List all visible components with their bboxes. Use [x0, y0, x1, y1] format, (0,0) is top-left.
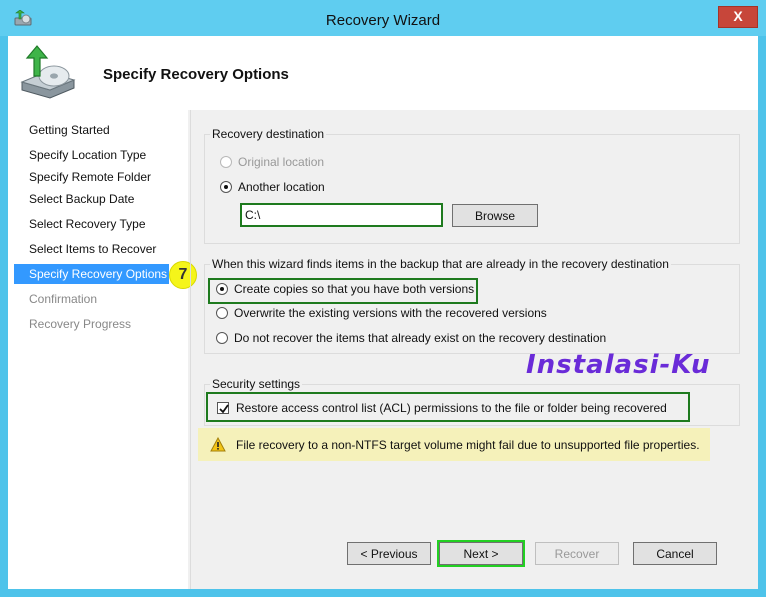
nav-step-specify-location-type[interactable]: Specify Location Type: [14, 145, 186, 165]
cancel-button[interactable]: Cancel: [633, 542, 717, 565]
nav-step-getting-started[interactable]: Getting Started: [14, 120, 186, 140]
backup-drive-icon: [20, 45, 76, 99]
recovery-wizard-window: Recovery Wizard X Specify Recovery Optio…: [0, 0, 766, 597]
restore-acl-checkbox[interactable]: [217, 402, 229, 414]
skip-existing-label[interactable]: Do not recover the items that already ex…: [234, 329, 606, 347]
security-settings-label: Security settings: [210, 377, 303, 391]
next-button[interactable]: Next >: [439, 542, 523, 565]
warning-icon: [210, 437, 226, 452]
create-copies-label[interactable]: Create copies so that you have both vers…: [234, 280, 474, 298]
step-number-badge: 7: [169, 261, 197, 289]
recovery-destination-label: Recovery destination: [210, 127, 327, 141]
original-location-radio: [220, 156, 232, 168]
wizard-steps-nav: Getting Started Specify Location Type Sp…: [8, 110, 188, 589]
skip-existing-radio[interactable]: [216, 332, 228, 344]
nav-divider: [190, 110, 191, 589]
warning-text: File recovery to a non-NTFS target volum…: [236, 438, 700, 452]
overwrite-radio[interactable]: [216, 307, 228, 319]
nav-step-confirmation: Confirmation: [29, 292, 98, 306]
nav-step-recovery-progress: Recovery Progress: [29, 317, 132, 331]
conflict-options-label: When this wizard finds items in the back…: [210, 257, 671, 271]
original-location-label: Original location: [238, 155, 325, 169]
checkmark-icon: [219, 404, 229, 414]
overwrite-label[interactable]: Overwrite the existing versions with the…: [234, 304, 547, 322]
nav-step-select-backup-date[interactable]: Select Backup Date: [14, 189, 186, 209]
destination-path-input[interactable]: [240, 203, 443, 227]
window-title: Recovery Wizard: [325, 12, 441, 29]
nav-step-specify-remote-folder[interactable]: Specify Remote Folder: [14, 167, 186, 187]
previous-button[interactable]: < Previous: [347, 542, 431, 565]
wizard-body: Specify Recovery Options Getting Started…: [8, 36, 758, 589]
wizard-header: Specify Recovery Options: [8, 36, 758, 110]
close-button[interactable]: X: [718, 6, 758, 28]
page-title: Specify Recovery Options: [103, 66, 289, 83]
watermark-text: Instalasi-Ku: [526, 350, 711, 380]
another-location-label[interactable]: Another location: [238, 178, 325, 196]
create-copies-radio[interactable]: [216, 283, 228, 295]
warning-banner: File recovery to a non-NTFS target volum…: [198, 428, 710, 461]
title-bar[interactable]: Recovery Wizard X: [0, 0, 766, 36]
nav-step-select-recovery-type[interactable]: Select Recovery Type: [14, 214, 186, 234]
restore-acl-label[interactable]: Restore access control list (ACL) permis…: [236, 399, 667, 417]
browse-button[interactable]: Browse: [452, 204, 538, 227]
nav-step-select-items-to-recover[interactable]: Select Items to Recover: [14, 239, 186, 259]
nav-step-specify-recovery-options[interactable]: Specify Recovery Options: [14, 264, 169, 284]
recover-button: Recover: [535, 542, 619, 565]
another-location-radio[interactable]: [220, 181, 232, 193]
